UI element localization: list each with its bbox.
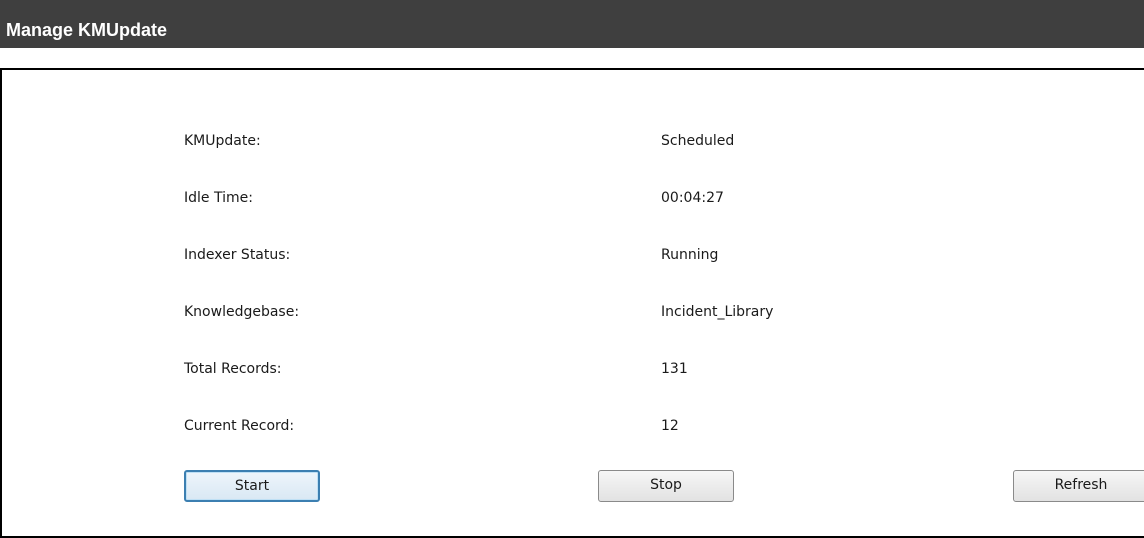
field-label-kmupdate: KMUpdate: (184, 133, 261, 149)
field-row-total-records: Total Records: 131 (0, 357, 1144, 381)
stop-button[interactable]: Stop (598, 470, 734, 502)
field-row-current-record: Current Record: 12 (0, 414, 1144, 438)
page-title: Manage KMUpdate (6, 20, 168, 40)
field-row-idle-time: Idle Time: 00:04:27 (0, 186, 1144, 210)
field-label-current-record: Current Record: (184, 418, 295, 434)
field-row-knowledgebase: Knowledgebase: Incident_Library (0, 300, 1144, 324)
refresh-button[interactable]: Refresh (1013, 470, 1144, 502)
field-value-current-record: 12 (661, 418, 679, 434)
field-row-kmupdate: KMUpdate: Scheduled (0, 129, 1144, 153)
start-button[interactable]: Start (184, 470, 320, 502)
field-row-indexer-status: Indexer Status: Running (0, 243, 1144, 267)
field-label-idle-time: Idle Time: (184, 190, 253, 206)
field-label-total-records: Total Records: (184, 361, 282, 377)
field-value-indexer-status: Running (661, 247, 719, 263)
field-label-indexer-status: Indexer Status: (184, 247, 291, 263)
field-value-knowledgebase: Incident_Library (661, 304, 774, 320)
page-header: Manage KMUpdate (0, 0, 1144, 48)
field-value-kmupdate: Scheduled (661, 133, 735, 149)
field-label-knowledgebase: Knowledgebase: (184, 304, 300, 320)
field-value-total-records: 131 (661, 361, 688, 377)
field-value-idle-time: 00:04:27 (661, 190, 724, 206)
